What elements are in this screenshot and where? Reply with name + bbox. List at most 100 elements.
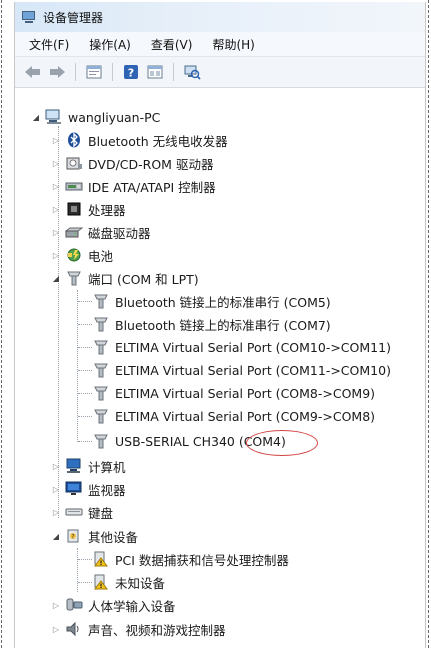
hid-icon (65, 597, 83, 613)
category-label: 键盘 (88, 505, 114, 521)
serial-port-icon (92, 339, 110, 355)
tree-line (78, 441, 92, 442)
serial-port-icon (92, 293, 110, 309)
category-label: 电池 (88, 248, 114, 264)
warning-device-icon (92, 574, 110, 590)
tree-category-hid[interactable]: ▷ 人体学输入设备 (51, 594, 176, 616)
tree-line (78, 393, 92, 394)
tree-category-battery[interactable]: ▷ 电池 (51, 244, 113, 266)
port-item[interactable]: ELTIMA Virtual Serial Port (COM9->COM8) (92, 405, 375, 427)
device-manager-icon (21, 10, 37, 24)
port-item[interactable]: Bluetooth 链接上的标准串行 (COM7) (92, 313, 331, 335)
tree-category-ports[interactable]: ◢ 端口 (COM 和 LPT) (51, 267, 199, 289)
port-icon (65, 270, 83, 286)
right-dashed-border (428, 0, 429, 648)
toolbar-separator (75, 63, 76, 81)
expand-toggle[interactable]: ◢ (31, 113, 41, 122)
tree-category-keyboard[interactable]: ▷ 键盘 (51, 501, 113, 523)
category-label: 计算机 (88, 459, 126, 475)
dvd-drive-icon (65, 155, 83, 171)
tree-line (77, 548, 78, 592)
menu-file[interactable]: 文件(F) (29, 36, 69, 53)
view-icon[interactable] (145, 62, 165, 82)
back-icon[interactable] (23, 62, 43, 82)
warning-device-icon (92, 551, 110, 567)
collapse-toggle[interactable]: ▷ (51, 625, 61, 634)
collapse-toggle[interactable]: ▷ (51, 228, 61, 237)
menu-view[interactable]: 查看(V) (151, 36, 193, 53)
computer-name: wangliyuan-PC (68, 109, 161, 125)
highlight-ellipse (246, 430, 318, 456)
tree-category-monitor[interactable]: ▷ 监视器 (51, 478, 126, 500)
device-tree: ◢ wangliyuan-PC ▷ Bluetooth 无线电收发器 ▷ DVD… (15, 104, 425, 648)
port-item[interactable]: ELTIMA Virtual Serial Port (COM8->COM9) (92, 382, 375, 404)
tree-line (77, 290, 78, 442)
tree-category-computer[interactable]: ▷ 计算机 (51, 455, 126, 477)
serial-port-icon (92, 362, 110, 378)
monitor-icon (65, 481, 83, 497)
category-label: DVD/CD-ROM 驱动器 (88, 156, 214, 172)
help-icon[interactable]: ? (121, 62, 141, 82)
menu-help[interactable]: 帮助(H) (212, 36, 254, 53)
svg-text:?: ? (71, 534, 74, 541)
serial-port-icon (92, 408, 110, 424)
tree-category-processor[interactable]: ▷ 处理器 (51, 198, 126, 220)
port-label: ELTIMA Virtual Serial Port (COM8->COM9) (115, 385, 376, 401)
collapse-toggle[interactable]: ▷ (51, 182, 61, 191)
port-label: ELTIMA Virtual Serial Port (COM10->COM11… (115, 339, 391, 355)
port-label: ELTIMA Virtual Serial Port (COM9->COM8) (115, 408, 376, 424)
toolbar-separator (112, 63, 113, 81)
expand-toggle[interactable]: ◢ (51, 532, 61, 541)
port-item[interactable]: Bluetooth 链接上的标准串行 (COM5) (92, 290, 331, 312)
device-manager-window: 设备管理器 文件(F) 操作(A) 查看(V) 帮助(H) ? ◢ wangli… (14, 2, 426, 648)
collapse-toggle[interactable]: ▷ (51, 601, 61, 610)
keyboard-icon (65, 504, 83, 520)
collapse-toggle[interactable]: ▷ (51, 136, 61, 145)
toolbar-separator (173, 63, 174, 81)
tree-category-disk[interactable]: ▷ 磁盘驱动器 (51, 221, 151, 243)
collapse-toggle[interactable]: ▷ (51, 462, 61, 471)
tree-category-sound[interactable]: ▷ 声音、视频和游戏控制器 (51, 618, 226, 640)
other-device-item[interactable]: PCI 数据捕获和信号处理控制器 (92, 548, 289, 570)
properties-icon[interactable] (84, 62, 104, 82)
forward-icon[interactable] (47, 62, 67, 82)
device-label: 未知设备 (115, 575, 166, 591)
tree-category-ide[interactable]: ▷ IDE ATA/ATAPI 控制器 (51, 175, 216, 197)
menu-action[interactable]: 操作(A) (89, 36, 131, 53)
collapse-toggle[interactable]: ▷ (51, 485, 61, 494)
category-label: 磁盘驱动器 (88, 225, 151, 241)
toolbar: ? (15, 57, 425, 88)
other-device-item[interactable]: 未知设备 (92, 571, 165, 593)
device-label: PCI 数据捕获和信号处理控制器 (115, 552, 289, 568)
svg-text:?: ? (128, 67, 134, 80)
category-label: 监视器 (88, 482, 126, 498)
expand-toggle[interactable]: ◢ (51, 274, 61, 283)
disk-drive-icon (65, 224, 83, 240)
tree-category-bluetooth[interactable]: ▷ Bluetooth 无线电收发器 (51, 129, 228, 151)
port-item[interactable]: ELTIMA Virtual Serial Port (COM10->COM11… (92, 336, 391, 358)
tree-category-dvd[interactable]: ▷ DVD/CD-ROM 驱动器 (51, 152, 214, 174)
scan-hardware-icon[interactable] (182, 62, 202, 82)
tree-line (78, 582, 92, 583)
collapse-toggle[interactable]: ▷ (51, 508, 61, 517)
computer-icon (45, 109, 63, 125)
port-item[interactable]: ELTIMA Virtual Serial Port (COM11->COM10… (92, 359, 391, 381)
sound-icon (65, 621, 83, 637)
tree-category-other-devices[interactable]: ◢ ? 其他设备 (51, 525, 138, 547)
category-label: 声音、视频和游戏控制器 (88, 622, 226, 638)
title-bar[interactable]: 设备管理器 (15, 2, 425, 32)
tree-line (78, 370, 92, 371)
computer-icon (65, 458, 83, 474)
collapse-toggle[interactable]: ▷ (51, 251, 61, 260)
category-label: IDE ATA/ATAPI 控制器 (88, 179, 216, 195)
ide-controller-icon (65, 178, 83, 194)
collapse-toggle[interactable]: ▷ (51, 159, 61, 168)
battery-icon (65, 247, 83, 263)
category-label: 端口 (COM 和 LPT) (88, 271, 199, 287)
collapse-toggle[interactable]: ▷ (51, 205, 61, 214)
tree-line (78, 347, 92, 348)
tree-root[interactable]: ◢ wangliyuan-PC (31, 106, 160, 128)
port-label: Bluetooth 链接上的标准串行 (COM7) (115, 317, 331, 333)
tree-line (78, 416, 92, 417)
tree-line (78, 301, 92, 302)
